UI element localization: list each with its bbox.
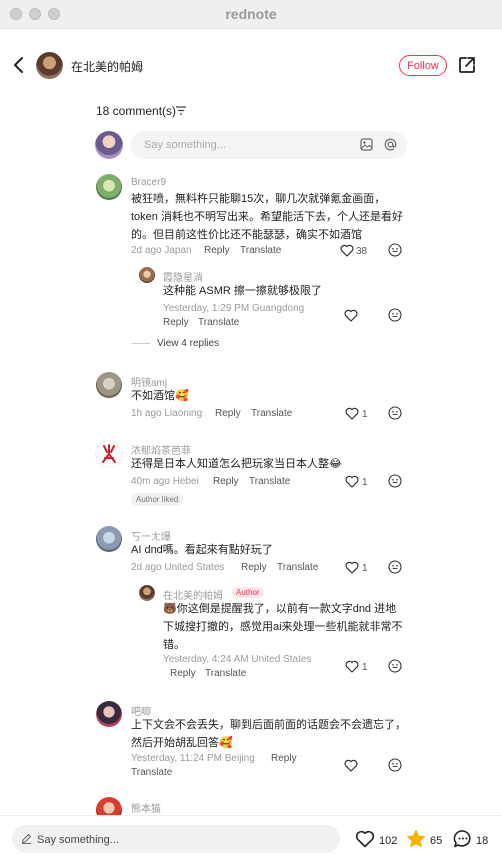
mention-icon[interactable] [384,138,397,151]
emoji-react-icon[interactable] [388,560,402,574]
comment-avatar[interactable] [96,701,122,727]
comment-avatar[interactable] [95,440,123,468]
like-heart-icon[interactable] [344,759,358,772]
reply-text-line: 下城搜打撤的，感觉用ai来处理一些机能就非常不 [163,621,403,633]
reply-meta: Yesterday, 4:24 AM United States [163,654,312,665]
reply-button[interactable]: Reply [213,476,239,487]
comment-username[interactable]: Bracer9 [131,177,166,188]
emoji-react-icon[interactable] [388,308,402,322]
reply-text-line: 🐻你这倒是提醒我了，以前有一款文字dnd 进地 [163,603,397,615]
back-arrow-icon[interactable] [10,55,28,75]
comment-avatar[interactable] [96,526,122,552]
like-count: 1 [362,563,368,574]
emoji-sticker-icon: 🥰 [175,390,189,402]
author-liked-badge: Author liked [131,493,184,506]
reply-text: 这种能 ASMR 擦一擦就够极限了 [163,285,322,297]
emoji-sticker-icon: 🥰 [219,737,233,749]
post-comment-count: 18 [476,835,489,847]
emoji-react-icon[interactable] [388,659,402,673]
bottom-input-placeholder: Say something... [37,834,119,846]
like-count: 38 [356,246,368,257]
emoji-react-icon[interactable] [388,474,402,488]
translate-button[interactable]: Translate [205,668,246,679]
like-heart-icon[interactable] [345,660,359,673]
like-heart-icon[interactable] [345,475,359,488]
translate-button[interactable]: Translate [249,476,290,487]
window-titlebar: rednote [0,0,502,29]
reply-button[interactable]: Reply [170,668,196,679]
comment-username[interactable]: 熊本猫 [131,800,161,815]
comment-text-line: 然后开始胡乱回答🥰 [131,737,233,749]
comment-input-placeholder: Say something... [144,139,226,151]
follow-button[interactable]: Follow [399,55,447,76]
like-count: 1 [362,409,368,420]
comment-meta: 2d ago Japan [131,245,192,256]
emoji-react-icon[interactable] [388,243,402,257]
translate-button[interactable]: Translate [131,767,172,778]
comment-bubble-icon[interactable] [453,829,473,849]
author-avatar[interactable] [36,52,63,79]
emoji-sticker-icon: 🐻 [163,603,177,615]
like-count: 1 [362,662,368,673]
comment-avatar[interactable] [96,372,122,398]
comment-meta: 2d ago United States [131,562,225,573]
author-name[interactable]: 在北美的帕姆 [71,58,143,75]
comment-text: 还得是日本人知道怎么把玩家当日本人整😂 [131,458,342,470]
like-heart-icon[interactable] [344,309,358,322]
comment-meta: 40m ago Hebei [131,476,199,487]
reply-avatar[interactable] [139,585,155,601]
translate-button[interactable]: Translate [251,408,292,419]
sort-icon[interactable] [176,106,186,115]
emoji-react-icon[interactable] [388,406,402,420]
reply-button[interactable]: Reply [241,562,267,573]
translate-button[interactable]: Translate [240,245,281,256]
like-heart-icon[interactable] [345,407,359,420]
my-avatar [95,131,123,159]
comment-text-line: 的。但目前这性价比还不能瑟瑟，确实不如酒馆 [131,229,362,241]
translate-button[interactable]: Translate [277,562,318,573]
post-star-count: 65 [430,835,443,847]
author-badge: Author [232,587,264,598]
reply-button[interactable]: Reply [271,753,297,764]
reply-meta: Yesterday, 1:29 PM Guangdong [163,303,305,314]
comment-meta: 1h ago Liaoning [131,408,203,419]
comment-count: 18 comment(s) [96,104,177,118]
comment-text-line: token 消耗也不明写出来。希望能活下去，个人还是看好 [131,211,403,223]
comment-text: 不如酒馆🥰 [131,390,189,402]
image-icon[interactable] [360,138,373,151]
reply-button[interactable]: Reply [163,317,189,328]
app-title: rednote [225,6,277,22]
translate-button[interactable]: Translate [198,317,239,328]
comment-text-line: 上下文会不会丢失，聊到后面前面的话题会不会遗忘了， [131,719,406,731]
comment-text-line: 被狂喷，無料杵只能聊15次，聊几次就弹氪金画面， [131,193,386,205]
star-icon[interactable] [406,829,426,849]
like-count: 1 [362,477,368,488]
reply-avatar[interactable] [139,267,155,283]
reply-text-line: 错。 [163,639,185,651]
pencil-icon [22,834,31,844]
like-heart-icon[interactable] [355,829,375,849]
comment-avatar[interactable] [96,174,122,200]
like-heart-icon[interactable] [345,561,359,574]
like-heart-icon[interactable] [340,244,354,257]
emoji-sticker-icon: 😂 [329,458,342,470]
share-icon[interactable] [458,56,476,74]
emoji-react-icon[interactable] [388,758,402,772]
comment-text: AI dnd嗎。看起來有點好玩了 [131,544,273,556]
comment-meta: Yesterday, 11:24 PM Beijing [131,753,255,764]
view-replies-divider [132,343,150,344]
view-replies-link[interactable]: View 4 replies [157,338,219,349]
reply-button[interactable]: Reply [204,245,230,256]
post-like-count: 102 [379,835,398,847]
reply-button[interactable]: Reply [215,408,241,419]
